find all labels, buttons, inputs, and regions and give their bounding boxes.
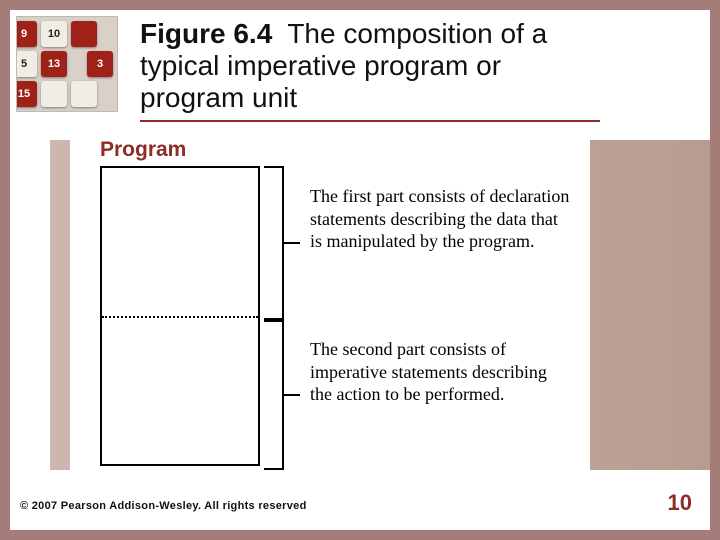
corner-thumbnail: 9 10 5 13 3 15 (16, 16, 118, 112)
copyright-text: © 2007 Pearson Addison-Wesley. All right… (20, 500, 307, 512)
slide: 9 10 5 13 3 15 Figure 6.4 The compositio… (10, 10, 710, 530)
tile (71, 21, 97, 47)
header-strip: 9 10 5 13 3 15 Figure 6.4 The compositio… (10, 10, 710, 140)
tile: 9 (16, 21, 37, 47)
part1-description: The first part consists of declaration s… (310, 185, 570, 253)
tile: 5 (16, 51, 37, 77)
tile: 10 (41, 21, 67, 47)
title-underline (140, 120, 600, 122)
figure-number: Figure 6.4 (140, 18, 272, 49)
diagram-panel: Program The first part consists of decla… (70, 130, 590, 480)
bracket-top (264, 166, 284, 320)
part2-description: The second part consists of imperative s… (310, 338, 570, 406)
footer-strip: © 2007 Pearson Addison-Wesley. All right… (10, 470, 710, 530)
bracket-bottom (264, 320, 284, 470)
tile: 15 (16, 81, 37, 107)
program-divider (102, 316, 258, 318)
program-label: Program (100, 138, 186, 162)
tile: 3 (87, 51, 113, 77)
tile (71, 81, 97, 107)
page-number: 10 (668, 490, 692, 516)
tile: 13 (41, 51, 67, 77)
tile (41, 81, 67, 107)
figure-title: Figure 6.4 The composition of a typical … (140, 18, 610, 115)
